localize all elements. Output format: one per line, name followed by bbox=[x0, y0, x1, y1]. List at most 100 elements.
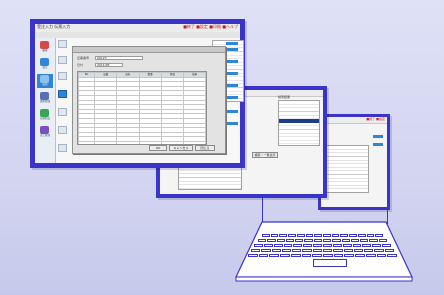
keyboard-row-5 bbox=[248, 254, 398, 258]
keyboard-key bbox=[333, 254, 344, 258]
keyboard-key bbox=[333, 249, 343, 253]
keyboard-key bbox=[254, 244, 263, 248]
keyboard-key bbox=[369, 239, 378, 243]
table-cell bbox=[94, 140, 118, 144]
keyboard-key bbox=[269, 254, 280, 258]
date-field[interactable]: 2011/05 bbox=[95, 63, 123, 67]
keyboard-row-3 bbox=[254, 244, 392, 248]
keyboard-key bbox=[376, 254, 387, 258]
sidebar-item-label: 売上管理 bbox=[39, 134, 50, 137]
document-icon bbox=[40, 58, 49, 66]
front-window-main: 伝票番号 00123 日付 2011/05 No 品番 品名 数量 単価 金額 … bbox=[56, 38, 244, 163]
table-cell bbox=[78, 140, 96, 144]
keyboard-key bbox=[340, 234, 349, 238]
keyboard-key bbox=[312, 254, 322, 258]
keyboard-key bbox=[375, 234, 383, 238]
keyboard-key bbox=[288, 234, 296, 238]
row-button[interactable] bbox=[58, 108, 67, 116]
keyboard-row-4 bbox=[251, 249, 395, 253]
keyboard-key bbox=[313, 239, 322, 243]
row-button[interactable] bbox=[58, 144, 67, 152]
row-button-active[interactable] bbox=[58, 90, 67, 98]
sidebar-item-shipping[interactable]: 出荷 bbox=[37, 74, 53, 88]
keyboard-key bbox=[360, 239, 369, 243]
keyboard-key bbox=[350, 239, 360, 243]
keyboard-key bbox=[332, 239, 341, 243]
keyboard-key bbox=[365, 254, 376, 258]
keyboard-key bbox=[341, 239, 350, 243]
keyboard-key bbox=[384, 249, 394, 253]
keyboard-key bbox=[283, 244, 293, 248]
keyboard-key bbox=[366, 234, 375, 238]
keyboard-key bbox=[301, 254, 312, 258]
keyboard-key bbox=[349, 234, 357, 238]
row-button[interactable] bbox=[58, 56, 67, 64]
sidebar-item-customer[interactable]: 顧客 bbox=[37, 40, 53, 54]
keyboard-key bbox=[343, 249, 353, 253]
keyboard-key bbox=[357, 234, 366, 238]
keyboard-key bbox=[281, 249, 292, 253]
sidebar-item-billing[interactable]: 請求管理 bbox=[37, 91, 53, 105]
keyboard-key bbox=[258, 254, 269, 258]
middle-window-selected-row[interactable] bbox=[279, 119, 319, 123]
keyboard-key bbox=[332, 244, 342, 248]
keyboard-key bbox=[378, 239, 387, 243]
keyboard-key bbox=[296, 234, 305, 238]
slip-number-field[interactable]: 00123 bbox=[95, 56, 143, 60]
illustration-stage: ■終了 ■設定 検索結果 検索・一覧表示 受注入力 伝票入力 ■終了 ■設定 ■… bbox=[0, 0, 444, 295]
sidebar-item-label: 受注 bbox=[42, 66, 48, 69]
row-button[interactable] bbox=[58, 40, 67, 48]
cancel-button[interactable]: キャンセル bbox=[169, 145, 193, 151]
keyboard-key bbox=[251, 249, 261, 253]
ok-button[interactable]: OK bbox=[149, 145, 167, 151]
keyboard-key bbox=[273, 244, 283, 248]
keyboard-key bbox=[352, 244, 362, 248]
keyboard-key bbox=[263, 244, 273, 248]
keyboard-key bbox=[323, 244, 332, 248]
keyboard-key bbox=[279, 234, 288, 238]
middle-window-list-panel bbox=[278, 100, 320, 146]
keyboard-key bbox=[262, 234, 270, 238]
keyboard-key bbox=[382, 244, 391, 248]
entry-dialog-titlebar bbox=[73, 47, 225, 53]
close-button[interactable]: 閉じる bbox=[195, 145, 215, 151]
middle-window-left-grid bbox=[178, 166, 242, 190]
keyboard-key bbox=[305, 234, 314, 238]
keyboard-key bbox=[271, 249, 281, 253]
sidebar-item-stock[interactable]: 在庫照会 bbox=[37, 108, 53, 122]
keyboard-key bbox=[270, 234, 279, 238]
field-label-date: 日付 bbox=[77, 63, 84, 67]
keyboard-key bbox=[248, 254, 258, 258]
laptop-touchpad bbox=[313, 259, 347, 267]
table-cell bbox=[116, 140, 140, 144]
entry-dialog-table: No 品番 品名 数量 単価 金額 bbox=[77, 71, 207, 145]
sidebar-item-order[interactable]: 受注 bbox=[37, 57, 53, 71]
row-button[interactable] bbox=[58, 126, 67, 134]
box-icon bbox=[40, 75, 49, 83]
keyboard-key bbox=[293, 244, 303, 248]
keyboard-key bbox=[323, 254, 333, 258]
keyboard-key bbox=[304, 239, 313, 243]
entry-table-body bbox=[78, 76, 206, 144]
keyboard-key bbox=[362, 244, 372, 248]
sidebar-item-label: 在庫照会 bbox=[39, 117, 50, 120]
row-button[interactable] bbox=[58, 72, 67, 80]
warehouse-icon bbox=[40, 109, 49, 117]
sidebar-item-sales[interactable]: 売上管理 bbox=[37, 125, 53, 139]
keyboard-key bbox=[364, 249, 374, 253]
entry-dialog: 伝票番号 00123 日付 2011/05 No 品番 品名 数量 単価 金額 … bbox=[72, 46, 226, 154]
keyboard-key bbox=[387, 254, 397, 258]
keyboard-row-1 bbox=[262, 234, 384, 238]
keyboard-key bbox=[372, 244, 382, 248]
keyboard-key bbox=[313, 244, 322, 248]
invoice-icon bbox=[40, 92, 49, 100]
keyboard-key bbox=[292, 249, 302, 253]
keyboard-key bbox=[276, 239, 285, 243]
front-window-toolbar-links[interactable]: ■終了 ■設定 ■印刷 ■ヘルプ bbox=[183, 24, 238, 30]
middle-window-search-button[interactable]: 検索・一覧表示 bbox=[252, 152, 278, 158]
middle-window-list-lines bbox=[279, 101, 319, 145]
keyboard-key bbox=[355, 254, 365, 258]
person-icon bbox=[40, 41, 49, 49]
sidebar-item-label: 出荷 bbox=[42, 83, 48, 86]
keyboard-key bbox=[331, 234, 340, 238]
